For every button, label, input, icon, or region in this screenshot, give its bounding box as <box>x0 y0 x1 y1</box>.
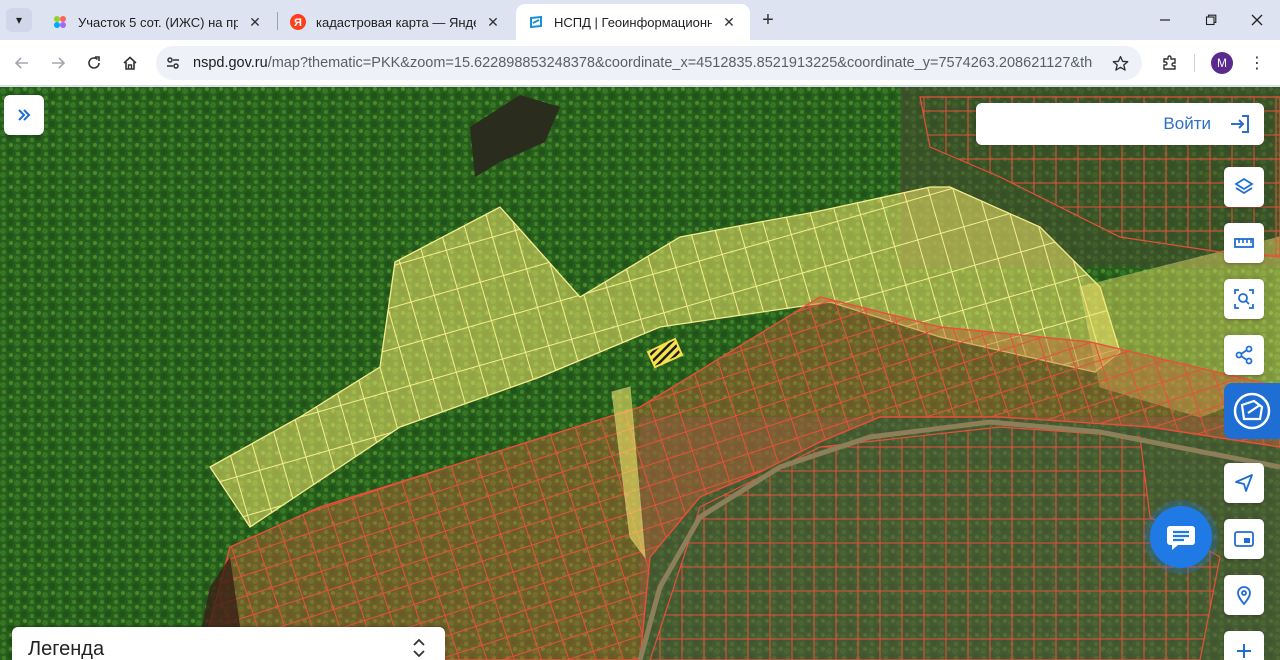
site-info-icon[interactable] <box>164 54 182 72</box>
expand-collapse-icon[interactable] <box>411 637 427 659</box>
share-button[interactable] <box>1224 335 1264 375</box>
tab-title: кадастровая карта — Яндекс: н <box>316 14 476 30</box>
svg-text:Я: Я <box>294 17 302 29</box>
profile-avatar[interactable]: M <box>1211 52 1233 74</box>
toolbar-divider <box>1194 54 1195 72</box>
navigation-arrow-icon <box>1235 474 1253 492</box>
chat-bubble-icon <box>1167 526 1195 550</box>
tab-avito[interactable]: Участок 5 сот. (ИЖС) на прода ✕ <box>40 4 276 40</box>
login-arrow-icon <box>1231 115 1249 133</box>
close-tab-icon[interactable]: ✕ <box>484 13 502 31</box>
bookmark-star-icon[interactable] <box>1110 53 1130 73</box>
login-label: Войти <box>1163 114 1211 133</box>
address-bar[interactable]: nspd.gov.ru/map?thematic=PKK&zoom=15.622… <box>156 46 1142 80</box>
close-tab-icon[interactable]: ✕ <box>246 13 264 31</box>
expand-sidebar-button[interactable] <box>4 95 44 135</box>
restore-button[interactable] <box>1196 6 1226 34</box>
area-search-button[interactable] <box>1224 279 1264 319</box>
share-icon <box>1235 345 1253 365</box>
forward-button[interactable] <box>44 49 72 77</box>
tab-strip: ▾ Участок 5 сот. (ИЖС) на прода ✕ Я када… <box>0 0 1280 40</box>
ruler-button[interactable] <box>1224 223 1264 263</box>
tab-yandex[interactable]: Я кадастровая карта — Яндекс: н ✕ <box>278 4 514 40</box>
layers-icon <box>1234 177 1254 195</box>
chat-button[interactable] <box>1150 506 1212 568</box>
plus-icon <box>1237 644 1251 658</box>
tab-search-button[interactable]: ▾ <box>6 8 32 32</box>
minimize-button[interactable] <box>1150 6 1180 34</box>
cadastral-map[interactable]: Войти Легенда <box>0 87 1280 660</box>
satellite-map-canvas <box>0 87 1280 660</box>
yandex-icon: Я <box>290 14 306 30</box>
double-chevron-right-icon <box>18 109 31 121</box>
location-search-icon <box>1237 586 1251 606</box>
avito-dots-icon <box>52 14 68 30</box>
layers-button[interactable] <box>1224 167 1264 207</box>
navigate-button[interactable] <box>1224 463 1264 503</box>
tab-nspd[interactable]: НСПД | Геоинформационный ✕ <box>516 4 750 40</box>
select-tool-button[interactable] <box>1224 383 1280 439</box>
locate-search-button[interactable] <box>1224 575 1264 615</box>
extensions-puzzle-icon[interactable] <box>1158 51 1182 75</box>
close-tab-icon[interactable]: ✕ <box>720 13 738 31</box>
home-button[interactable] <box>116 49 144 77</box>
new-tab-button[interactable]: + <box>756 8 780 32</box>
login-button[interactable]: Войти <box>976 103 1264 145</box>
zoom-in-button[interactable] <box>1224 631 1264 660</box>
ruler-icon <box>1234 238 1254 248</box>
back-button[interactable] <box>8 49 36 77</box>
legend-panel[interactable]: Легенда <box>12 627 445 660</box>
minimap-icon <box>1234 531 1254 547</box>
reload-button[interactable] <box>80 49 108 77</box>
browser-menu-icon[interactable]: ⋮ <box>1247 51 1267 75</box>
nspd-icon <box>528 14 544 30</box>
url-text: nspd.gov.ru/map?thematic=PKK&zoom=15.622… <box>193 55 1093 71</box>
area-search-icon <box>1234 289 1254 309</box>
tab-title: НСПД | Геоинформационный <box>554 14 712 30</box>
close-window-button[interactable] <box>1242 6 1272 34</box>
picture-in-picture-button[interactable] <box>1224 519 1264 559</box>
parcel-select-icon <box>1233 392 1271 430</box>
legend-title: Легенда <box>28 638 105 660</box>
browser-toolbar: nspd.gov.ru/map?thematic=PKK&zoom=15.622… <box>0 40 1280 86</box>
tab-title: Участок 5 сот. (ИЖС) на прода <box>78 14 238 30</box>
